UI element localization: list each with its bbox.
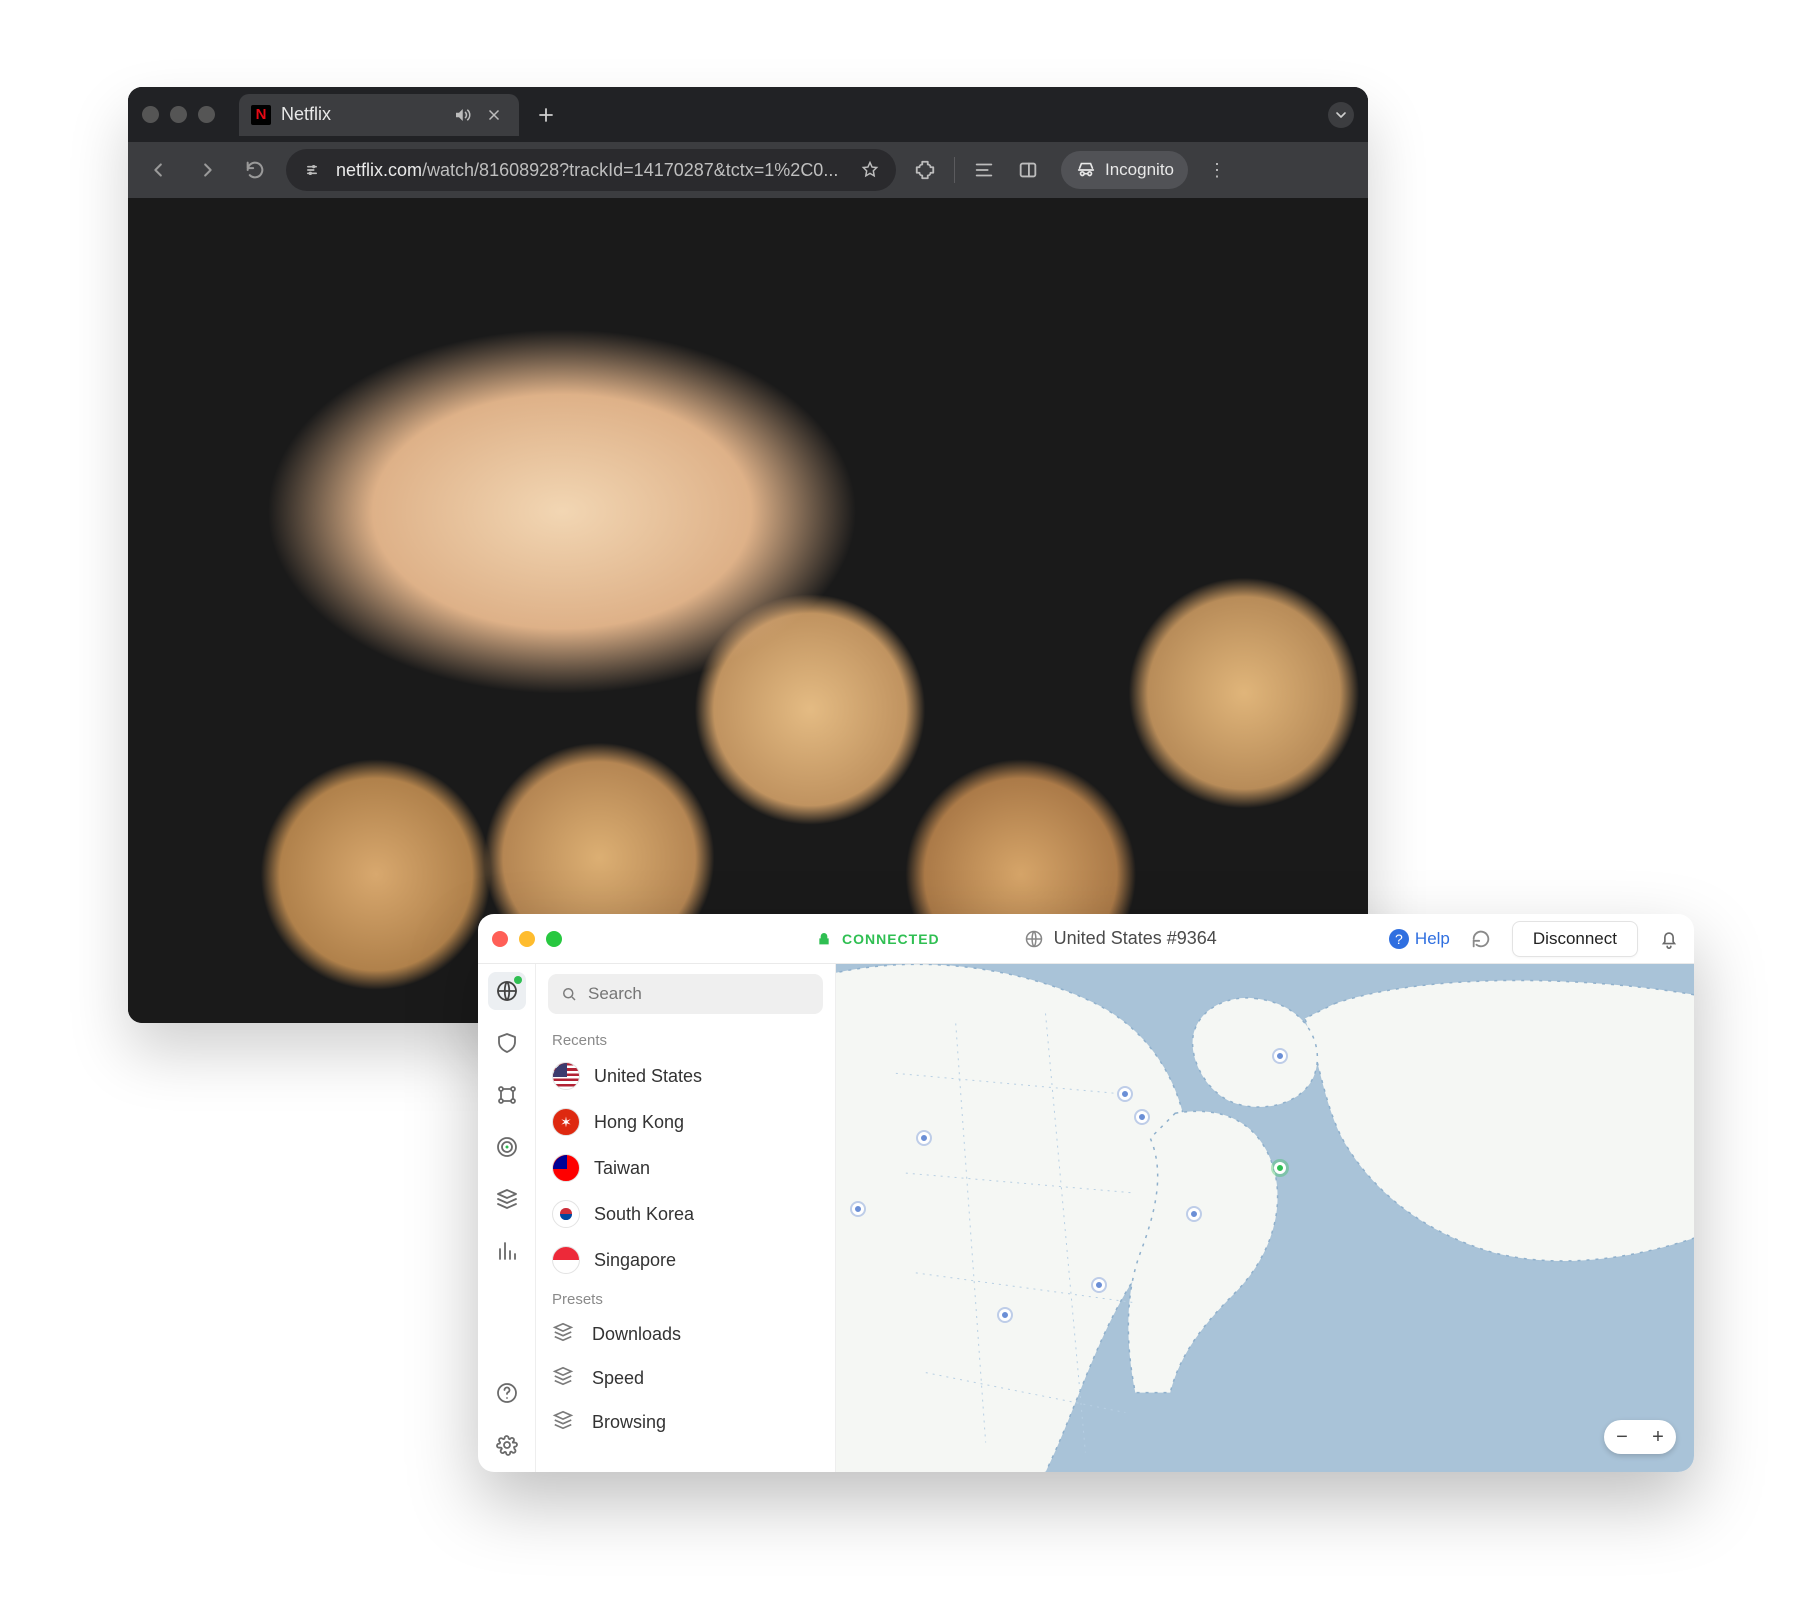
search-input[interactable] bbox=[588, 984, 811, 1004]
vpn-titlebar: CONNECTED United States #9364 ? Help Dis… bbox=[478, 914, 1694, 964]
preset-name: Browsing bbox=[592, 1412, 666, 1433]
close-window-dot[interactable] bbox=[492, 931, 508, 947]
browser-tab-active[interactable]: N Netflix bbox=[239, 94, 519, 136]
zoom-out-button[interactable]: − bbox=[1604, 1420, 1640, 1454]
flag-icon bbox=[552, 1062, 580, 1090]
current-server[interactable]: United States #9364 bbox=[1024, 928, 1217, 949]
reload-button[interactable] bbox=[238, 153, 272, 187]
preset-item[interactable]: Downloads bbox=[536, 1312, 835, 1356]
flag-icon bbox=[552, 1154, 580, 1182]
flag-icon bbox=[552, 1200, 580, 1228]
tab-overflow-button[interactable] bbox=[1328, 102, 1354, 128]
help-icon: ? bbox=[1389, 929, 1409, 949]
recents-header: Recents bbox=[536, 1024, 835, 1053]
map-server-dot-connected[interactable] bbox=[1274, 1162, 1286, 1174]
presets-header: Presets bbox=[536, 1283, 835, 1312]
country-name: United States bbox=[594, 1066, 702, 1087]
toolbar-separator bbox=[954, 157, 955, 183]
address-bar[interactable]: netflix.com/watch/81608928?trackId=14170… bbox=[286, 149, 896, 191]
recent-item[interactable]: Hong Kong bbox=[536, 1099, 835, 1145]
recent-item[interactable]: South Korea bbox=[536, 1191, 835, 1237]
country-name: Hong Kong bbox=[594, 1112, 684, 1133]
disconnect-button[interactable]: Disconnect bbox=[1512, 921, 1638, 957]
vpn-body: Recents United States Hong Kong Taiwan Sout… bbox=[478, 964, 1694, 1472]
recent-item[interactable]: Singapore bbox=[536, 1237, 835, 1283]
help-link[interactable]: ? Help bbox=[1389, 929, 1450, 949]
notifications-icon[interactable] bbox=[1658, 928, 1680, 950]
url-text: netflix.com/watch/81608928?trackId=14170… bbox=[336, 160, 846, 181]
preset-name: Downloads bbox=[592, 1324, 681, 1345]
macos-traffic-lights[interactable] bbox=[492, 931, 562, 947]
preset-item[interactable]: Speed bbox=[536, 1356, 835, 1400]
preset-name: Speed bbox=[592, 1368, 644, 1389]
rail-shield-icon[interactable] bbox=[488, 1024, 526, 1062]
tab-title: Netflix bbox=[281, 104, 331, 125]
rail-radar-icon[interactable] bbox=[488, 1128, 526, 1166]
rail-presets-icon[interactable] bbox=[488, 1180, 526, 1218]
maximize-window-dot[interactable] bbox=[546, 931, 562, 947]
forward-button[interactable] bbox=[190, 153, 224, 187]
chrome-toolbar: netflix.com/watch/81608928?trackId=14170… bbox=[128, 142, 1368, 198]
new-tab-button[interactable] bbox=[533, 102, 559, 128]
incognito-label: Incognito bbox=[1105, 160, 1174, 180]
maximize-window-dot[interactable] bbox=[198, 106, 215, 123]
sidepanel-icon[interactable] bbox=[1013, 155, 1043, 185]
extensions-icon[interactable] bbox=[910, 155, 940, 185]
connection-status: CONNECTED bbox=[816, 931, 940, 947]
refresh-icon[interactable] bbox=[1470, 928, 1492, 950]
incognito-indicator[interactable]: Incognito bbox=[1061, 151, 1188, 189]
server-label: United States #9364 bbox=[1054, 928, 1217, 949]
map-zoom-control: − + bbox=[1604, 1420, 1676, 1454]
rail-mesh-icon[interactable] bbox=[488, 1076, 526, 1114]
vpn-location-list: Recents United States Hong Kong Taiwan Sout… bbox=[536, 964, 836, 1472]
vpn-sidebar-rail bbox=[478, 964, 536, 1472]
reading-list-icon[interactable] bbox=[969, 155, 999, 185]
vpn-map[interactable]: − + bbox=[836, 964, 1694, 1472]
bookmark-star-icon[interactable] bbox=[858, 158, 882, 182]
rail-countries-icon[interactable] bbox=[488, 972, 526, 1010]
mute-tab-icon[interactable] bbox=[451, 104, 473, 126]
help-label: Help bbox=[1415, 929, 1450, 949]
flag-icon bbox=[552, 1246, 580, 1274]
rail-settings-icon[interactable] bbox=[488, 1426, 526, 1464]
chrome-tab-strip: N Netflix bbox=[128, 87, 1368, 142]
active-dot-icon bbox=[514, 976, 522, 984]
rail-support-icon[interactable] bbox=[488, 1374, 526, 1412]
preset-item[interactable]: Browsing bbox=[536, 1400, 835, 1444]
video-frame-image bbox=[128, 198, 1368, 1023]
close-window-dot[interactable] bbox=[142, 106, 159, 123]
minimize-window-dot[interactable] bbox=[170, 106, 187, 123]
country-name: South Korea bbox=[594, 1204, 694, 1225]
map-server-dot[interactable] bbox=[852, 1203, 864, 1215]
layers-icon bbox=[552, 1321, 578, 1347]
macos-traffic-lights[interactable] bbox=[142, 106, 215, 123]
flag-icon bbox=[552, 1108, 580, 1136]
recent-item[interactable]: United States bbox=[536, 1053, 835, 1099]
zoom-in-button[interactable]: + bbox=[1640, 1420, 1676, 1454]
status-text: CONNECTED bbox=[842, 931, 940, 947]
search-box[interactable] bbox=[548, 974, 823, 1014]
minimize-window-dot[interactable] bbox=[519, 931, 535, 947]
close-tab-icon[interactable] bbox=[483, 104, 505, 126]
map-server-dot[interactable] bbox=[1188, 1208, 1200, 1220]
country-name: Singapore bbox=[594, 1250, 676, 1271]
layers-icon bbox=[552, 1409, 578, 1435]
map-server-dot[interactable] bbox=[1274, 1050, 1286, 1062]
video-player[interactable] bbox=[128, 198, 1368, 1023]
chrome-menu-button[interactable]: ⋮ bbox=[1202, 160, 1232, 181]
vpn-app-window: CONNECTED United States #9364 ? Help Dis… bbox=[478, 914, 1694, 1472]
layers-icon bbox=[552, 1365, 578, 1391]
site-settings-icon[interactable] bbox=[300, 158, 324, 182]
map-server-dot[interactable] bbox=[918, 1132, 930, 1144]
back-button[interactable] bbox=[142, 153, 176, 187]
recent-item[interactable]: Taiwan bbox=[536, 1145, 835, 1191]
country-name: Taiwan bbox=[594, 1158, 650, 1179]
netflix-favicon: N bbox=[251, 105, 271, 125]
chrome-window: N Netflix netflix.com/watch/81608928?tra… bbox=[128, 87, 1368, 1023]
rail-stats-icon[interactable] bbox=[488, 1232, 526, 1270]
